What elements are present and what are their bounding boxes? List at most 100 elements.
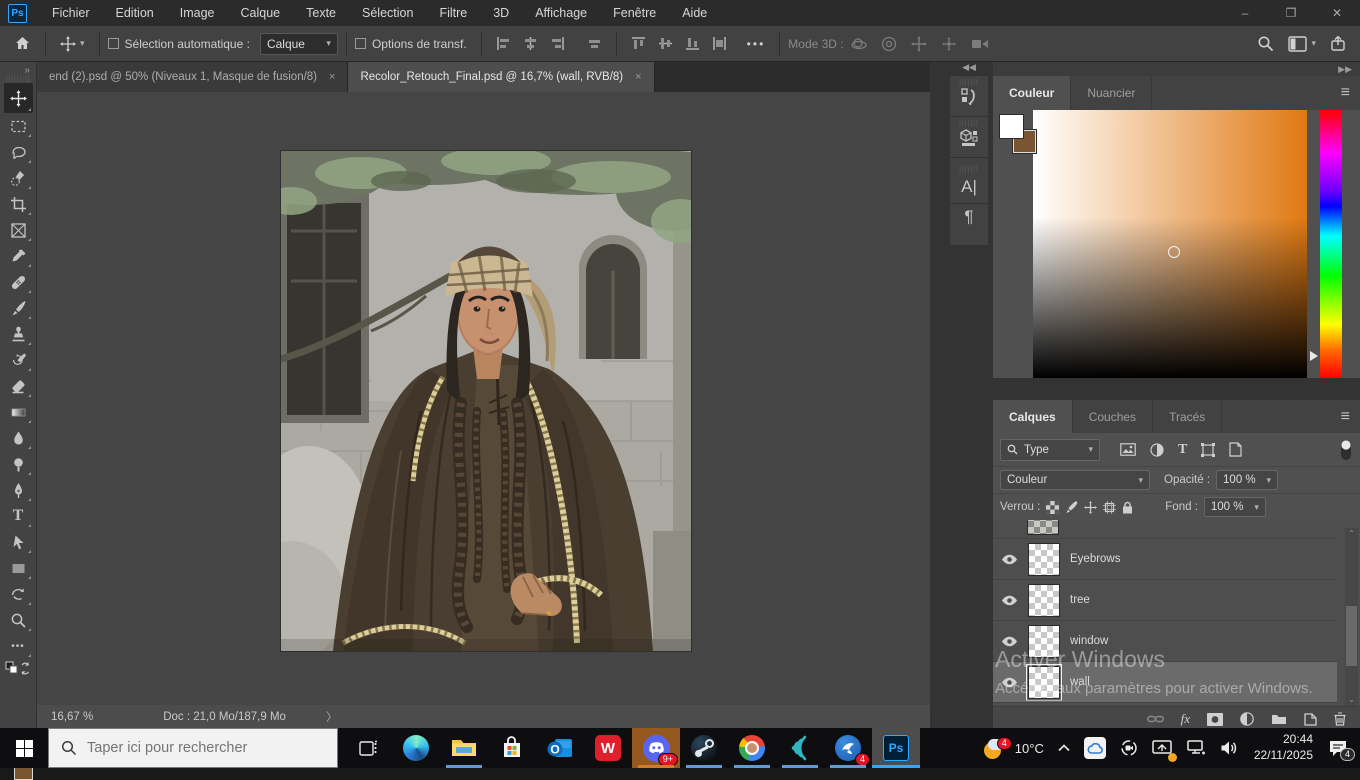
color-foreground-swatch[interactable] — [999, 114, 1024, 139]
align-right-icon[interactable] — [544, 36, 571, 51]
color-panel-menu-icon[interactable]: ≡ — [1331, 76, 1360, 110]
meet-now-icon[interactable] — [1113, 728, 1145, 768]
adjustment-layer-icon[interactable] — [1240, 712, 1254, 726]
blue-app-icon[interactable]: 4 — [824, 728, 872, 768]
task-view-button[interactable] — [344, 728, 392, 768]
lock-artboard-icon[interactable] — [1103, 501, 1116, 514]
align-bottom-icon[interactable] — [679, 36, 706, 51]
align-left-icon[interactable] — [490, 36, 517, 51]
gradient-tool[interactable] — [4, 399, 33, 425]
transform-options-checkbox[interactable] — [355, 38, 366, 49]
lock-all-icon[interactable] — [1122, 501, 1133, 514]
tab-couches[interactable]: Couches — [1073, 400, 1153, 433]
shape-tool[interactable] — [4, 555, 33, 581]
menu-fichier[interactable]: Fichier — [39, 0, 103, 26]
edit-toolbar-icon[interactable]: ••• — [4, 633, 33, 659]
blend-mode-dropdown[interactable]: Couleur▾ — [1000, 470, 1150, 490]
fill-value[interactable]: 100 %▾ — [1204, 497, 1266, 517]
filter-pixel-layers-icon[interactable] — [1120, 443, 1136, 456]
dock-collapse-icon[interactable]: ◀◀ — [950, 62, 988, 76]
align-middle-icon[interactable] — [652, 36, 679, 51]
auto-select-checkbox[interactable] — [108, 38, 119, 49]
paragraph-panel-icon[interactable]: ¶ — [950, 204, 988, 246]
move-tool[interactable] — [4, 83, 33, 113]
edge-icon[interactable] — [392, 728, 440, 768]
scrollbar-thumb[interactable] — [1346, 606, 1357, 666]
filter-type-layers-icon[interactable]: T — [1178, 442, 1187, 458]
dodge-tool[interactable] — [4, 451, 33, 477]
clone-stamp-tool[interactable] — [4, 321, 33, 347]
color-field-marker[interactable] — [1168, 246, 1180, 258]
taskbar-search[interactable] — [48, 728, 338, 768]
new-group-icon[interactable] — [1271, 713, 1287, 725]
layer-row-wall[interactable]: wall — [993, 662, 1337, 703]
menu-filtre[interactable]: Filtre — [426, 0, 480, 26]
eraser-tool[interactable] — [4, 373, 33, 399]
close-button[interactable]: ✕ — [1314, 0, 1360, 26]
more-options-icon[interactable]: ••• — [741, 37, 772, 51]
menu-3d[interactable]: 3D — [480, 0, 522, 26]
visibility-eye-icon[interactable] — [1001, 636, 1018, 647]
scroll-up-icon[interactable]: ⌃ — [1345, 528, 1358, 540]
move-tool-option-icon[interactable]: ▾ — [54, 36, 91, 52]
menu-calque[interactable]: Calque — [228, 0, 294, 26]
saturation-field[interactable] — [1033, 110, 1307, 378]
file-explorer-icon[interactable] — [440, 728, 488, 768]
opacity-value[interactable]: 100 %▾ — [1216, 470, 1278, 490]
distribute-h-icon[interactable] — [581, 36, 608, 51]
discord-icon[interactable]: 9+ — [632, 728, 680, 768]
layer-row-window[interactable]: window — [993, 621, 1337, 662]
outlook-icon[interactable]: O — [536, 728, 584, 768]
hue-slider-marker[interactable] — [1310, 351, 1318, 361]
align-center-h-icon[interactable] — [517, 36, 544, 51]
filter-adjustment-layers-icon[interactable] — [1150, 443, 1164, 457]
layers-scrollbar[interactable]: ⌃ ⌄ — [1345, 528, 1358, 706]
weather-icon[interactable]: 4 10°C — [975, 728, 1051, 768]
workspace-switcher[interactable]: ▾ — [1288, 36, 1316, 52]
microsoft-store-icon[interactable] — [488, 728, 536, 768]
healing-brush-tool[interactable] — [4, 269, 33, 295]
layer-row-partial[interactable]: — — [993, 520, 1337, 539]
auto-select-dropdown[interactable]: Calque▾ — [260, 33, 338, 55]
default-swap-colors-icon[interactable] — [4, 659, 33, 677]
tray-expand-icon[interactable] — [1051, 728, 1077, 768]
delete-layer-icon[interactable] — [1334, 712, 1346, 726]
layers-panel-menu-icon[interactable]: ≡ — [1331, 400, 1360, 433]
menu-fenetre[interactable]: Fenêtre — [600, 0, 669, 26]
tab-calques[interactable]: Calques — [993, 400, 1073, 433]
menu-edition[interactable]: Edition — [103, 0, 167, 26]
rotate-view-tool[interactable] — [4, 581, 33, 607]
network-icon[interactable] — [1179, 728, 1213, 768]
search-icon[interactable] — [1257, 35, 1274, 52]
quick-selection-tool[interactable] — [4, 165, 33, 191]
layer-effects-icon[interactable]: fx — [1181, 711, 1190, 727]
document-image[interactable] — [281, 151, 691, 651]
search-input[interactable] — [87, 740, 317, 756]
menu-selection[interactable]: Sélection — [349, 0, 426, 26]
panel-expand-icon[interactable]: ▶▶ — [1338, 64, 1352, 75]
filter-toggle-switch[interactable] — [1339, 438, 1353, 462]
home-icon[interactable] — [8, 35, 37, 52]
wps-office-icon[interactable]: W — [584, 728, 632, 768]
filter-smart-objects-icon[interactable] — [1229, 442, 1242, 457]
zoom-level[interactable]: 16,67 % — [51, 711, 93, 723]
visibility-eye-icon[interactable] — [1001, 595, 1018, 606]
document-tab-recolor[interactable]: Recolor_Retouch_Final.psd @ 16,7% (wall,… — [348, 62, 654, 92]
restore-button[interactable]: ❐ — [1268, 0, 1314, 26]
menu-texte[interactable]: Texte — [293, 0, 349, 26]
type-tool[interactable]: T — [4, 503, 33, 529]
path-selection-tool[interactable] — [4, 529, 33, 555]
marquee-tool[interactable] — [4, 113, 33, 139]
lock-pixels-icon[interactable] — [1065, 501, 1078, 514]
minimize-button[interactable]: – — [1222, 0, 1268, 26]
menu-image[interactable]: Image — [167, 0, 228, 26]
crop-tool[interactable] — [4, 191, 33, 217]
scroll-down-icon[interactable]: ⌄ — [1345, 694, 1358, 706]
brush-tool[interactable] — [4, 295, 33, 321]
hue-slider[interactable] — [1320, 110, 1342, 378]
lock-position-icon[interactable] — [1084, 501, 1097, 514]
new-layer-icon[interactable] — [1304, 713, 1317, 726]
layer-filter-dropdown[interactable]: Type ▾ — [1000, 439, 1100, 461]
volume-icon[interactable] — [1213, 728, 1246, 768]
steam-icon[interactable] — [680, 728, 728, 768]
